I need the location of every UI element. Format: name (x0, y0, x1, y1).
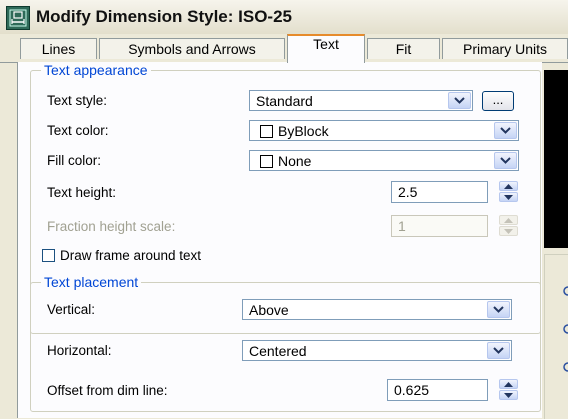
title-bar[interactable]: Modify Dimension Style: ISO-25 (0, 0, 568, 34)
tab-symbols-and-arrows[interactable]: Symbols and Arrows (99, 38, 285, 59)
text-height-stepper[interactable] (499, 181, 518, 203)
fraction-height-scale-stepper (499, 215, 518, 237)
text-height-label: Text height: (47, 185, 117, 200)
chevron-down-icon[interactable] (448, 92, 471, 109)
text-placement-title: Text placement (41, 274, 142, 290)
text-color-value: ByBlock (278, 123, 329, 139)
draw-frame-label[interactable]: Draw frame around text (60, 248, 201, 263)
horizontal-dropdown[interactable]: Centered (242, 340, 512, 361)
fill-color-dropdown[interactable]: None (249, 150, 519, 171)
tab-panel-text: Text appearance Text style: Standard ...… (17, 62, 542, 418)
tab-fit[interactable]: Fit (367, 38, 440, 59)
radio-icon[interactable] (563, 361, 568, 375)
draw-frame-checkbox[interactable] (42, 249, 55, 262)
chevron-down-icon[interactable] (487, 342, 510, 359)
offset-from-dim-line-label: Offset from dim line: (47, 383, 168, 398)
chevron-down-icon[interactable] (494, 152, 517, 169)
vertical-label: Vertical: (47, 302, 96, 317)
color-swatch (260, 125, 273, 138)
radio-icon[interactable] (563, 323, 568, 337)
fraction-height-scale-label: Fraction height scale: (47, 219, 176, 234)
text-style-value: Standard (256, 93, 313, 109)
tab-strip: Lines Symbols and Arrows Text Fit Primar… (0, 34, 568, 63)
radio-icon[interactable] (563, 285, 568, 299)
dimension-preview (544, 70, 568, 248)
offset-from-dim-line-input[interactable]: 0.625 (387, 379, 488, 401)
spin-down-icon (499, 226, 518, 236)
dimension-style-icon (6, 6, 30, 30)
tab-primary-units[interactable]: Primary Units (442, 38, 568, 59)
chevron-down-icon[interactable] (487, 301, 510, 318)
text-style-dropdown[interactable]: Standard (249, 90, 473, 111)
text-appearance-title: Text appearance (41, 62, 151, 78)
fill-color-label: Fill color: (47, 153, 102, 168)
tab-text[interactable]: Text (287, 34, 365, 63)
vertical-value: Above (249, 302, 289, 318)
spin-up-icon (499, 215, 518, 225)
text-style-label: Text style: (47, 93, 108, 108)
horizontal-label: Horizontal: (47, 343, 112, 358)
vertical-dropdown[interactable]: Above (242, 299, 512, 320)
text-height-input[interactable]: 2.5 (391, 181, 488, 203)
text-alignment-group (544, 254, 568, 419)
text-color-dropdown[interactable]: ByBlock (249, 120, 519, 141)
fill-color-value: None (278, 153, 312, 169)
color-swatch (260, 155, 273, 168)
horizontal-value: Centered (249, 343, 307, 359)
spin-up-icon[interactable] (499, 181, 518, 191)
spin-up-icon[interactable] (499, 379, 518, 389)
spin-down-icon[interactable] (499, 192, 518, 202)
offset-stepper[interactable] (499, 379, 518, 401)
fraction-height-scale-input: 1 (391, 215, 488, 237)
text-style-browse-button[interactable]: ... (482, 91, 514, 111)
text-color-label: Text color: (47, 123, 109, 138)
chevron-down-icon[interactable] (494, 122, 517, 139)
window-title: Modify Dimension Style: ISO-25 (36, 7, 292, 26)
spin-down-icon[interactable] (499, 390, 518, 400)
tab-lines[interactable]: Lines (20, 38, 97, 59)
